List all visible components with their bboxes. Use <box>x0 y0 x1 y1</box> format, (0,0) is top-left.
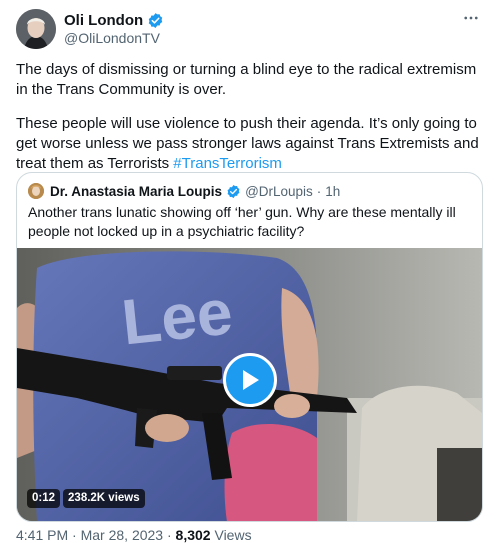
footer-separator-2: · <box>166 527 172 543</box>
quoted-author-handle[interactable]: @DrLoupis <box>245 184 313 199</box>
views-count: 8,302 <box>175 527 211 543</box>
quoted-avatar[interactable] <box>28 183 44 199</box>
quoted-text: Another trans lunatic showing off ‘her’ … <box>28 204 456 239</box>
author-name[interactable]: Oli London <box>64 12 143 29</box>
author-handle[interactable]: @OliLondonTV <box>64 30 160 46</box>
tweet-text: The days of dismissing or turning a blin… <box>16 60 486 188</box>
tweet-time[interactable]: 4:41 PM <box>16 527 68 543</box>
quoted-header: Dr. Anastasia Maria Loupis @DrLoupis · 1… <box>28 181 340 201</box>
video-player[interactable]: Lee 0:12 238.2K views <box>17 248 482 521</box>
video-duration: 0:12 <box>27 489 61 508</box>
more-horizontal-icon <box>464 16 478 20</box>
play-icon <box>243 370 259 390</box>
author-name-row: Oli London <box>64 10 164 30</box>
footer-separator: · <box>72 527 77 543</box>
author-avatar[interactable] <box>16 9 56 49</box>
quoted-author-name[interactable]: Dr. Anastasia Maria Loupis <box>50 184 222 199</box>
verified-badge-icon <box>147 12 164 29</box>
views-label: Views <box>214 527 252 543</box>
tweet-paragraph-1: The days of dismissing or turning a blin… <box>16 61 477 98</box>
tweet-date[interactable]: Mar 28, 2023 <box>81 527 164 543</box>
verified-badge-icon <box>226 184 241 199</box>
video-badges: 0:12 238.2K views <box>27 489 145 508</box>
tweet-footer: 4:41 PM · Mar 28, 2023 · 8,302 Views <box>16 527 252 543</box>
quoted-time[interactable]: 1h <box>325 184 340 199</box>
tweet-paragraph-2: These people will use violence to push t… <box>16 114 486 174</box>
quoted-separator: · <box>316 183 322 199</box>
shirt-logo-text: Lee <box>118 275 235 358</box>
more-options-button[interactable] <box>459 8 483 28</box>
quoted-tweet-card[interactable]: Dr. Anastasia Maria Loupis @DrLoupis · 1… <box>16 172 483 522</box>
video-views: 238.2K views <box>63 489 145 508</box>
hashtag-link[interactable]: #TransTerrorism <box>173 155 282 172</box>
play-button[interactable] <box>223 353 277 407</box>
